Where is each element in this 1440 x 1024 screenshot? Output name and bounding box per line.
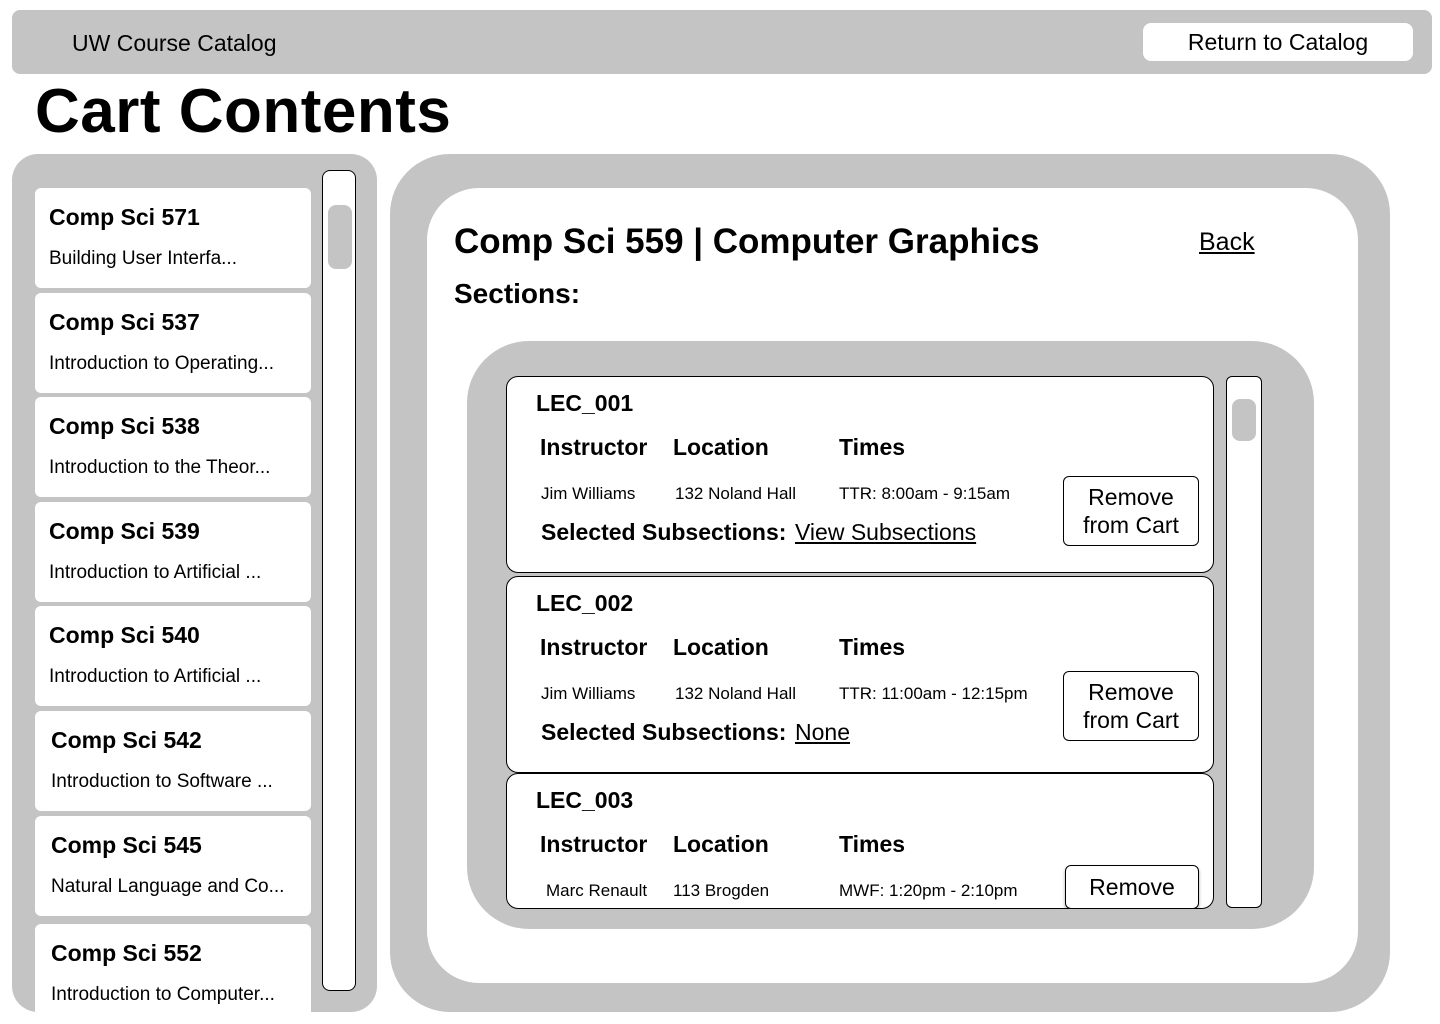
course-name: Introduction to Operating... [49, 353, 274, 374]
scrollbar-thumb[interactable] [328, 205, 352, 269]
cart-course-card[interactable]: Comp Sci 540 Introduction to Artificial … [35, 606, 311, 706]
location-value: 113 Brogden [673, 881, 770, 900]
course-name: Introduction to the Theor... [49, 457, 271, 478]
times-header: Times [839, 831, 906, 857]
view-subsections-link[interactable]: View Subsections [795, 519, 976, 546]
location-value: 132 Noland Hall [675, 484, 796, 503]
section-name: LEC_002 [536, 590, 634, 616]
instructor-header: Instructor [540, 831, 648, 857]
course-code: Comp Sci 537 [49, 309, 200, 335]
instructor-value: Jim Williams [541, 684, 636, 703]
cart-list-panel: Comp Sci 571 Building User Interfa... Co… [12, 154, 377, 1012]
cart-course-card[interactable]: Comp Sci 542 Introduction to Software ..… [35, 711, 311, 811]
cart-course-card[interactable]: Comp Sci 538 Introduction to the Theor..… [35, 397, 311, 497]
course-code: Comp Sci 539 [49, 518, 200, 544]
times-header: Times [839, 434, 906, 460]
sections-scrollbar[interactable] [1226, 376, 1262, 908]
section-card: LEC_001 Instructor Location Times Jim Wi… [506, 376, 1214, 573]
section-name: LEC_001 [536, 390, 634, 416]
section-card: LEC_002 Instructor Location Times Jim Wi… [506, 576, 1214, 773]
return-to-catalog-button[interactable]: Return to Catalog [1143, 23, 1413, 61]
page-title: Cart Contents [35, 77, 452, 146]
course-name: Introduction to Artificial ... [49, 666, 262, 687]
course-detail-card: Comp Sci 559 | Computer Graphics Back Se… [427, 188, 1358, 983]
scrollbar-thumb[interactable] [1232, 399, 1256, 441]
top-bar: UW Course Catalog Return to Catalog [12, 10, 1432, 74]
remove-from-cart-button[interactable]: Remove from Cart [1063, 476, 1199, 546]
times-value: TTR: 11:00am - 12:15pm [839, 684, 1028, 703]
instructor-value: Jim Williams [541, 484, 636, 503]
cart-list-scrollbar[interactable] [322, 170, 356, 991]
cart-course-card[interactable]: Comp Sci 539 Introduction to Artificial … [35, 502, 311, 602]
times-value: TTR: 8:00am - 9:15am [839, 484, 1011, 503]
location-header: Location [673, 434, 769, 460]
subsections-none-link[interactable]: None [795, 719, 850, 746]
course-detail-panel: Comp Sci 559 | Computer Graphics Back Se… [390, 154, 1390, 1012]
times-header: Times [839, 634, 906, 660]
course-code: Comp Sci 552 [51, 940, 202, 966]
course-title: Comp Sci 559 | Computer Graphics [454, 222, 1040, 261]
course-code: Comp Sci 545 [51, 832, 202, 858]
course-name: Introduction to Computer... [51, 984, 275, 1005]
location-value: 132 Noland Hall [675, 684, 796, 703]
instructor-header: Instructor [540, 634, 648, 660]
remove-from-cart-button[interactable]: Remove from Cart [1063, 671, 1199, 741]
course-name: Building User Interfa... [49, 248, 237, 269]
course-name: Introduction to Artificial ... [49, 562, 262, 583]
section-name: LEC_003 [536, 787, 634, 813]
course-code: Comp Sci 540 [49, 622, 200, 648]
course-code: Comp Sci 538 [49, 413, 200, 439]
course-name: Introduction to Software ... [51, 771, 273, 792]
location-header: Location [673, 831, 769, 857]
instructor-value: Marc Renault [546, 881, 648, 900]
times-value: MWF: 1:20pm - 2:10pm [839, 881, 1018, 900]
back-link[interactable]: Back [1199, 228, 1255, 257]
subsections-label: Selected Subsections: [541, 719, 787, 745]
sections-list: LEC_001 Instructor Location Times Jim Wi… [467, 341, 1314, 929]
cart-course-card[interactable]: Comp Sci 537 Introduction to Operating..… [35, 293, 311, 393]
section-card: LEC_003 Instructor Location Times Marc R… [506, 773, 1214, 909]
instructor-header: Instructor [540, 434, 648, 460]
course-name: Natural Language and Co... [51, 876, 285, 897]
cart-course-card[interactable]: Comp Sci 552 Introduction to Computer... [35, 924, 311, 1012]
location-header: Location [673, 634, 769, 660]
app-title: UW Course Catalog [72, 30, 277, 56]
sections-heading: Sections: [454, 278, 581, 309]
remove-button[interactable]: Remove [1065, 865, 1199, 908]
cart-course-card[interactable]: Comp Sci 571 Building User Interfa... [35, 188, 311, 288]
cart-course-card[interactable]: Comp Sci 545 Natural Language and Co... [35, 816, 311, 916]
course-code: Comp Sci 571 [49, 204, 200, 230]
course-code: Comp Sci 542 [51, 727, 202, 753]
subsections-label: Selected Subsections: [541, 519, 787, 545]
